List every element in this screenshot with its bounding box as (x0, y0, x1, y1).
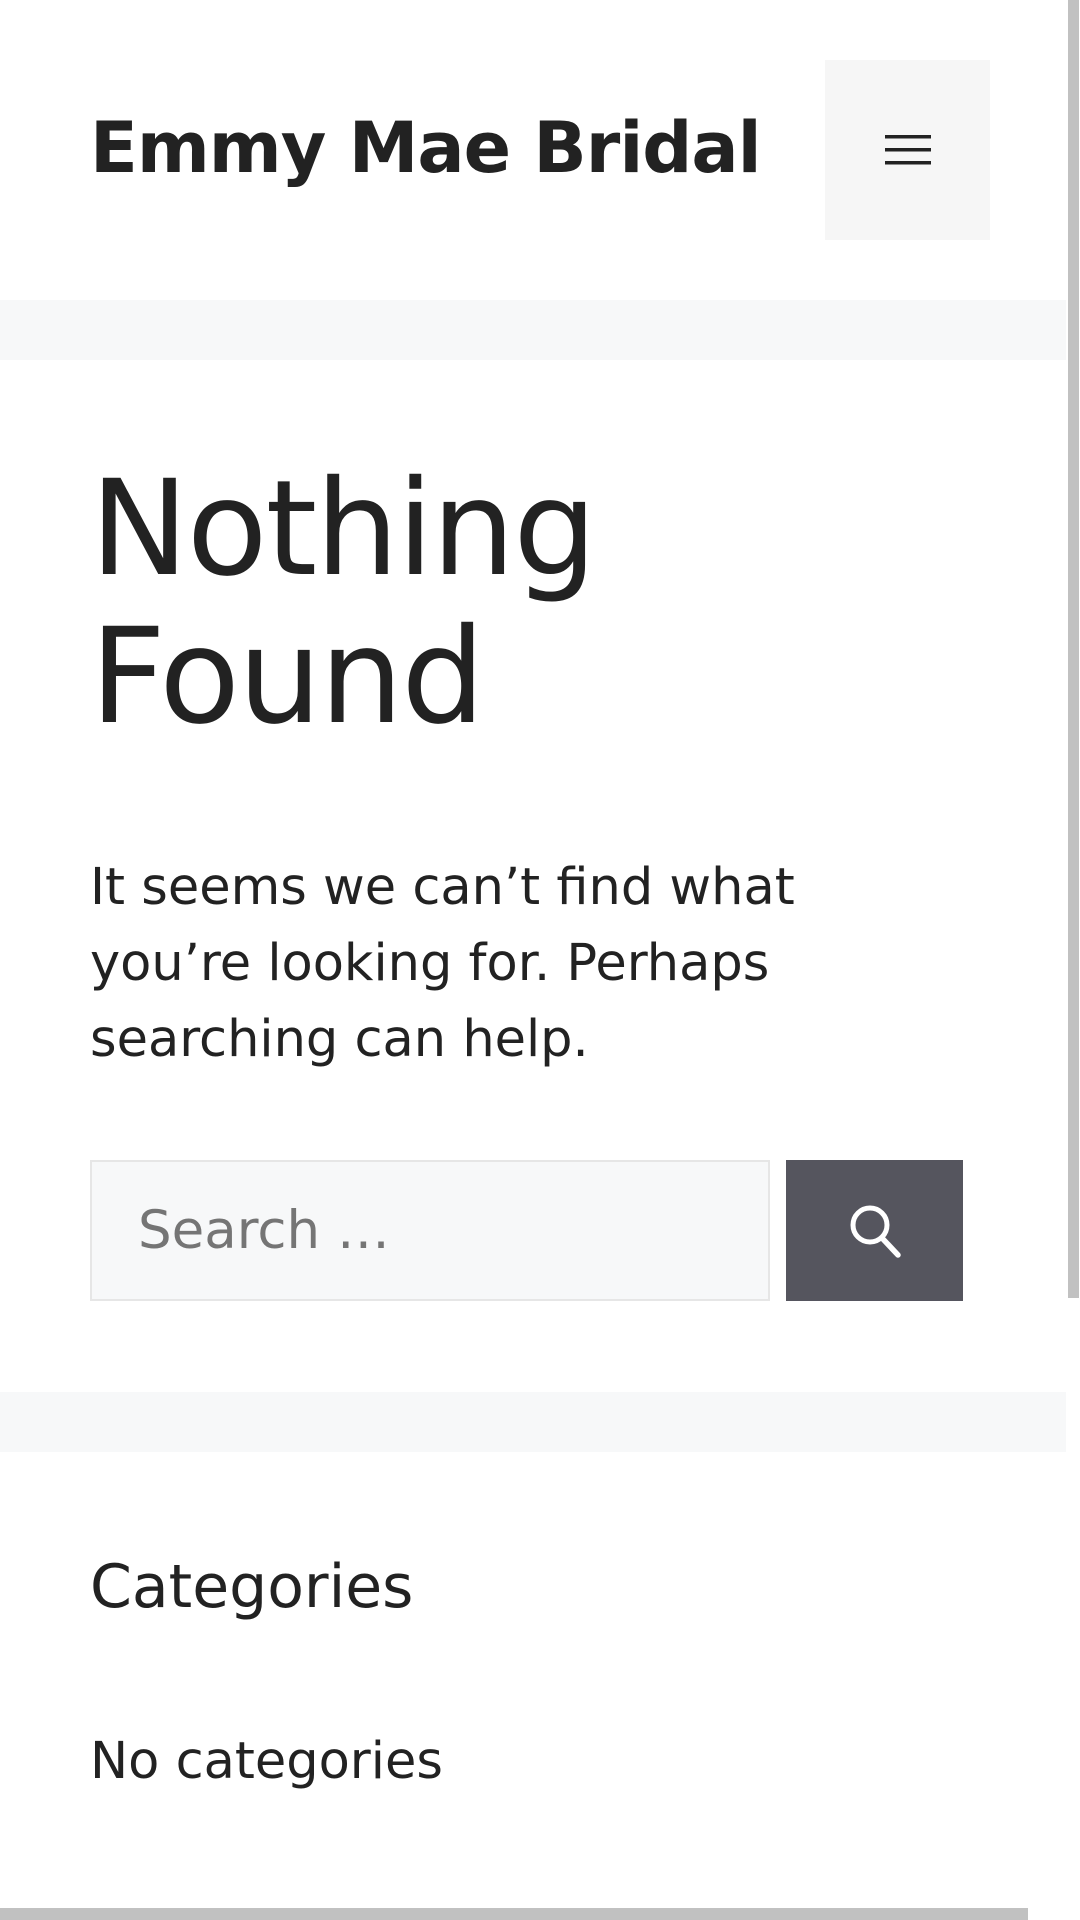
horizontal-scrollbar-thumb[interactable] (0, 1908, 1028, 1920)
search-icon (850, 1205, 901, 1258)
search-form (90, 1160, 963, 1301)
site-header: Emmy Mae Bridal (0, 0, 1066, 300)
vertical-scrollbar-thumb[interactable] (1068, 0, 1079, 1298)
hamburger-menu-icon (884, 135, 931, 165)
section-separator (0, 1392, 1066, 1452)
widget-title: Categories (90, 1552, 414, 1622)
not-found-message: It seems we can’t find what you’re looki… (90, 858, 795, 1069)
menu-toggle-button[interactable] (825, 60, 990, 240)
main-content: Nothing Found It seems we can’t find wha… (0, 360, 1066, 1392)
site-title[interactable]: Emmy Mae Bridal (90, 98, 762, 198)
page-title: Nothing Found (90, 452, 597, 754)
categories-widget: Categories No categories (0, 1452, 1066, 1907)
section-separator (0, 300, 1066, 360)
search-input[interactable] (90, 1160, 770, 1301)
search-submit-button[interactable] (786, 1160, 963, 1301)
no-categories-text: No categories (90, 1732, 443, 1791)
